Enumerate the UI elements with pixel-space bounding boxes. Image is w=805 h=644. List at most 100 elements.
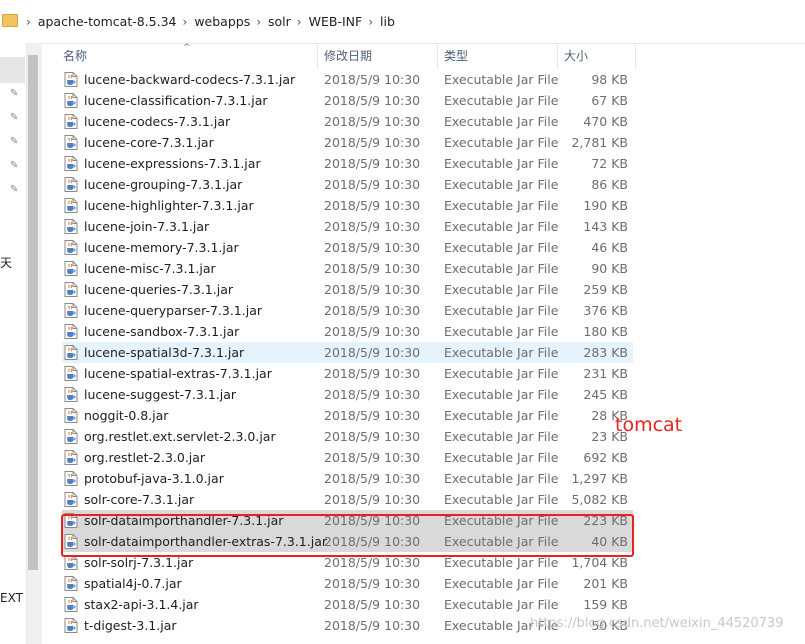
pin-icon: ✎ — [10, 184, 19, 195]
file-type: Executable Jar File — [444, 345, 559, 360]
column-divider[interactable] — [317, 45, 318, 69]
chevron-right-icon: › — [182, 14, 188, 29]
file-row[interactable]: noggit-0.8.jar 2018/5/9 10:30 Executable J… — [62, 405, 633, 426]
column-divider[interactable] — [635, 45, 636, 69]
column-header: 名称 修改日期 类型 大小 — [56, 43, 636, 69]
file-row[interactable]: lucene-sandbox-7.3.1.jar 2018/5/9 10:30 Ex… — [62, 321, 633, 342]
file-name: solr-solrj-7.3.1.jar — [84, 555, 194, 570]
file-type: Executable Jar File — [444, 597, 559, 612]
jar-file-icon — [64, 366, 78, 381]
pin-icon: ✎ — [10, 136, 19, 147]
file-name: lucene-queryparser-7.3.1.jar — [84, 303, 263, 318]
jar-file-icon — [64, 555, 78, 570]
file-name: lucene-expressions-7.3.1.jar — [84, 156, 261, 171]
jar-file-icon — [64, 429, 78, 444]
file-name: t-digest-3.1.jar — [84, 618, 177, 633]
column-size-header[interactable]: 大小 — [564, 43, 588, 69]
breadcrumb: › apache-tomcat-8.5.34 › webapps › solr … — [20, 14, 395, 29]
file-row[interactable]: spatial4j-0.7.jar 2018/5/9 10:30 Executabl… — [62, 573, 633, 594]
file-row[interactable]: org.restlet-2.3.0.jar 2018/5/9 10:30 Execu… — [62, 447, 633, 468]
jar-file-icon — [64, 282, 78, 297]
file-type: Executable Jar File — [444, 471, 559, 486]
breadcrumb-item[interactable]: solr — [268, 14, 291, 29]
file-type: Executable Jar File — [444, 492, 559, 507]
file-modified: 2018/5/9 10:30 — [324, 471, 421, 486]
file-modified: 2018/5/9 10:30 — [324, 492, 421, 507]
file-row[interactable]: lucene-queries-7.3.1.jar 2018/5/9 10:30 Ex… — [62, 279, 633, 300]
file-type: Executable Jar File — [444, 429, 559, 444]
file-size: 2,781 KB — [571, 135, 628, 150]
file-row[interactable]: lucene-spatial-extras-7.3.1.jar 2018/5/9 … — [62, 363, 633, 384]
file-name: lucene-suggest-7.3.1.jar — [84, 387, 237, 402]
file-modified: 2018/5/9 10:30 — [324, 450, 421, 465]
file-row[interactable]: lucene-join-7.3.1.jar 2018/5/9 10:30 Execu… — [62, 216, 633, 237]
column-divider[interactable] — [437, 45, 438, 69]
column-modified-header[interactable]: 修改日期 — [324, 43, 372, 69]
breadcrumb-item[interactable]: webapps — [194, 14, 250, 29]
jar-file-icon — [64, 576, 78, 591]
breadcrumb-item[interactable]: lib — [380, 14, 395, 29]
nav-selected-item[interactable] — [0, 57, 25, 83]
file-size: 470 KB — [583, 114, 628, 129]
file-modified: 2018/5/9 10:30 — [324, 429, 421, 444]
jar-file-icon — [64, 135, 78, 150]
file-row[interactable]: lucene-classification-7.3.1.jar 2018/5/9 … — [62, 90, 633, 111]
file-row[interactable]: protobuf-java-3.1.0.jar 2018/5/9 10:30 Exe… — [62, 468, 633, 489]
file-modified: 2018/5/9 10:30 — [324, 282, 421, 297]
file-row[interactable]: lucene-suggest-7.3.1.jar 2018/5/9 10:30 Ex… — [62, 384, 633, 405]
column-name-header[interactable]: 名称 — [63, 43, 87, 69]
file-type: Executable Jar File — [444, 156, 559, 171]
file-size: 159 KB — [583, 597, 628, 612]
file-modified: 2018/5/9 10:30 — [324, 366, 421, 381]
file-name: lucene-classification-7.3.1.jar — [84, 93, 268, 108]
file-size: 201 KB — [583, 576, 628, 591]
file-type: Executable Jar File — [444, 324, 559, 339]
jar-file-icon — [64, 156, 78, 171]
file-name: lucene-sandbox-7.3.1.jar — [84, 324, 240, 339]
file-modified: 2018/5/9 10:30 — [324, 324, 421, 339]
file-size: 5,082 KB — [571, 492, 628, 507]
file-name: spatial4j-0.7.jar — [84, 576, 182, 591]
file-name: protobuf-java-3.1.0.jar — [84, 471, 224, 486]
file-row[interactable]: lucene-memory-7.3.1.jar 2018/5/9 10:30 Exe… — [62, 237, 633, 258]
file-modified: 2018/5/9 10:30 — [324, 93, 421, 108]
file-size: 90 KB — [591, 261, 628, 276]
file-size: 46 KB — [591, 240, 628, 255]
file-size: 245 KB — [583, 387, 628, 402]
file-row[interactable]: lucene-grouping-7.3.1.jar 2018/5/9 10:30 E… — [62, 174, 633, 195]
file-type: Executable Jar File — [444, 240, 559, 255]
file-type: Executable Jar File — [444, 576, 559, 591]
column-type-header[interactable]: 类型 — [444, 43, 468, 69]
jar-file-icon — [64, 345, 78, 360]
file-row[interactable]: lucene-codecs-7.3.1.jar 2018/5/9 10:30 Exe… — [62, 111, 633, 132]
address-bar[interactable]: › apache-tomcat-8.5.34 › webapps › solr … — [0, 0, 805, 44]
file-row[interactable]: lucene-misc-7.3.1.jar 2018/5/9 10:30 Execu… — [62, 258, 633, 279]
file-row[interactable]: lucene-backward-codecs-7.3.1.jar 2018/5/9… — [62, 69, 633, 90]
folder-icon — [2, 14, 18, 27]
jar-file-icon — [64, 303, 78, 318]
chevron-right-icon: › — [256, 14, 262, 29]
file-row[interactable]: lucene-core-7.3.1.jar 2018/5/9 10:30 Execu… — [62, 132, 633, 153]
pin-icon: ✎ — [10, 160, 19, 171]
file-size: 180 KB — [583, 324, 628, 339]
file-row[interactable]: solr-core-7.3.1.jar 2018/5/9 10:30 Executa… — [62, 489, 633, 510]
file-row[interactable]: lucene-expressions-7.3.1.jar 2018/5/9 10:… — [62, 153, 633, 174]
file-modified: 2018/5/9 10:30 — [324, 198, 421, 213]
file-modified: 2018/5/9 10:30 — [324, 114, 421, 129]
file-row[interactable]: lucene-spatial3d-7.3.1.jar 2018/5/9 10:30… — [62, 342, 633, 363]
file-row[interactable]: stax2-api-3.1.4.jar 2018/5/9 10:30 Executa… — [62, 594, 633, 615]
chevron-right-icon: › — [26, 14, 31, 29]
file-modified: 2018/5/9 10:30 — [324, 240, 421, 255]
file-row[interactable]: lucene-queryparser-7.3.1.jar 2018/5/9 10:… — [62, 300, 633, 321]
column-divider[interactable] — [557, 45, 558, 69]
file-name: org.restlet-2.3.0.jar — [84, 450, 206, 465]
pin-icon: ✎ — [10, 112, 19, 123]
file-row[interactable]: lucene-highlighter-7.3.1.jar 2018/5/9 10:… — [62, 195, 633, 216]
file-row[interactable]: org.restlet.ext.servlet-2.3.0.jar 2018/5/… — [62, 426, 633, 447]
nav-scrollbar-thumb[interactable] — [28, 55, 38, 570]
breadcrumb-item[interactable]: apache-tomcat-8.5.34 — [38, 14, 177, 29]
nav-item-label[interactable]: 天 — [0, 254, 12, 271]
breadcrumb-item[interactable]: WEB-INF — [309, 14, 363, 29]
file-size: 283 KB — [583, 345, 628, 360]
file-type: Executable Jar File — [444, 135, 559, 150]
